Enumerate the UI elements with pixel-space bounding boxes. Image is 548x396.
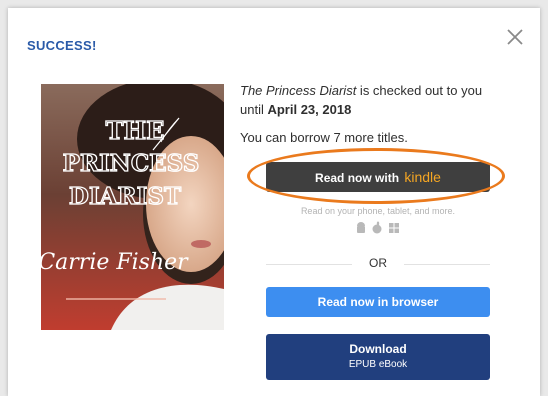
download-format-label: EPUB eBook	[348, 359, 408, 370]
read-with-kindle-button[interactable]: Read now with kindle	[266, 162, 490, 192]
book-cover: THE PRINCESS DIARIST Carrie Fisher	[41, 84, 224, 330]
book-title: The Princess Diarist	[240, 83, 357, 98]
download-label: Download	[349, 342, 407, 356]
cover-title-line-1: THE	[106, 116, 165, 145]
until-text: until	[240, 102, 268, 117]
cover-title-line-2: PRINCESS	[63, 150, 200, 177]
due-date: April 23, 2018	[267, 102, 352, 117]
close-icon[interactable]	[504, 26, 526, 48]
borrow-limit-text: You can borrow 7 more titles.	[240, 130, 408, 145]
success-modal: SUCCESS! THE PRINCESS DIARIST Carrie Fis…	[8, 8, 540, 396]
windows-icon	[389, 223, 399, 233]
read-in-browser-button[interactable]: Read now in browser	[266, 287, 490, 317]
device-icons	[357, 221, 399, 234]
or-label: OR	[369, 256, 387, 270]
download-epub-button[interactable]: Download EPUB eBook	[266, 334, 490, 380]
kindle-button-label: Read now with	[315, 171, 403, 185]
android-icon	[357, 222, 365, 233]
modal-title: SUCCESS!	[27, 38, 97, 53]
kindle-logo: kindle	[404, 169, 441, 185]
or-divider: OR	[266, 256, 490, 272]
apple-icon	[372, 221, 382, 234]
devices-text: Read on your phone, tablet, and more.	[300, 206, 456, 216]
checked-out-text: is checked out to you	[356, 83, 483, 98]
cover-author: Carrie Fisher	[41, 250, 189, 275]
cover-title-line-3: DIARIST	[69, 183, 181, 210]
checkout-info: The Princess Diarist is checked out to y…	[240, 81, 530, 147]
